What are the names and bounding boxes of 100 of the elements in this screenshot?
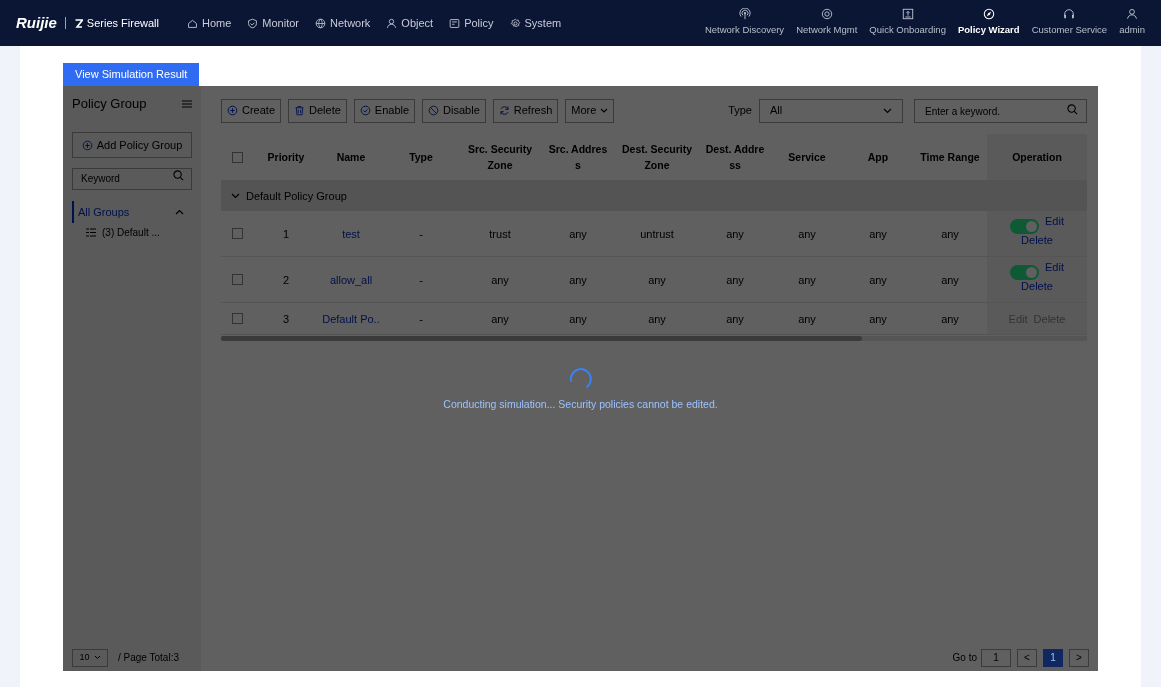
collapse-icon — [175, 208, 184, 215]
table-cell-text: any — [868, 226, 888, 242]
table-cell-text: any — [797, 226, 817, 242]
menu-icon[interactable] — [182, 99, 192, 108]
table-cell-text: any — [647, 311, 667, 327]
nav-menu-item[interactable]: Policy — [449, 14, 494, 32]
collapse-icon[interactable] — [231, 192, 240, 199]
type-dropdown[interactable]: All — [759, 98, 903, 123]
page-number-button[interactable]: 1 — [1043, 648, 1063, 667]
next-page-button[interactable]: > — [1069, 648, 1089, 667]
table-cell-text: - — [418, 311, 424, 327]
header-tool-link[interactable]: Policy Wizard — [957, 8, 1020, 38]
column-header: Src. Security Zone — [466, 142, 534, 174]
column-header: Type — [408, 150, 434, 166]
header-tool-link[interactable]: Quick Onboarding — [869, 8, 946, 38]
table-cell-text: any — [940, 272, 960, 288]
list-icon — [86, 228, 96, 238]
table-cell-text: any — [490, 311, 510, 327]
trash-icon — [294, 105, 306, 116]
table-cell-text: - — [418, 272, 424, 288]
nav-menu-item[interactable]: System — [509, 14, 562, 32]
table-cell-text: any — [868, 272, 888, 288]
checkbox[interactable] — [231, 151, 243, 163]
scrollbar[interactable] — [221, 336, 862, 342]
table-cell-text: 3 — [281, 311, 291, 327]
checkbox[interactable] — [231, 313, 243, 325]
nav-menu-item[interactable]: Object — [386, 14, 434, 32]
headset-icon — [1063, 8, 1076, 21]
simulation-status-message: Conducting simulation... Security policies cannot be edited. — [443, 396, 718, 412]
toggle-switch[interactable] — [1010, 219, 1039, 234]
table-cell-text: any — [940, 226, 960, 242]
checkbox[interactable] — [231, 228, 243, 240]
toolbar-button[interactable]: Delete — [288, 98, 347, 123]
more-dropdown[interactable]: More — [565, 98, 615, 123]
policy-name-link[interactable]: allow_all — [319, 271, 383, 288]
header-tool-link[interactable]: Network Discovery — [704, 8, 785, 38]
table-cell-text: - — [418, 226, 424, 242]
toolbar-button[interactable]: Create — [221, 98, 282, 123]
toolbar-button[interactable]: Enable — [353, 98, 416, 123]
caret-icon — [600, 108, 609, 113]
document-icon — [449, 17, 461, 29]
table-cell-text: any — [490, 272, 510, 288]
target-icon — [820, 8, 833, 21]
nav-menu-item[interactable]: Network — [315, 14, 371, 32]
toggle-switch[interactable] — [1010, 265, 1039, 280]
table-cell-text: untrust — [639, 226, 675, 242]
nav-menu-item[interactable]: Monitor — [247, 14, 299, 32]
view-simulation-result-button[interactable]: View Simulation Result — [63, 62, 200, 86]
keyword-search-field[interactable]: Enter a keyword. — [914, 99, 1087, 124]
table-cell-text: any — [940, 311, 960, 327]
go-to-label: Go to — [952, 651, 977, 666]
ban-icon — [428, 105, 440, 116]
all-groups-item[interactable]: All Groups — [72, 200, 192, 223]
go-to-page-field[interactable]: 1 — [981, 648, 1011, 667]
toolbar-button[interactable]: Refresh — [492, 98, 559, 123]
table-cell-text: any — [868, 311, 888, 327]
signal-icon — [738, 8, 751, 21]
checkbox[interactable] — [231, 274, 243, 286]
keyword-field[interactable]: Keyword — [72, 167, 192, 190]
check-circle-icon — [359, 105, 371, 116]
settings-icon — [509, 17, 521, 29]
caret-icon — [93, 655, 101, 661]
group-row-title: Default Policy Group — [246, 188, 347, 204]
column-header: Dest. Address — [704, 142, 766, 174]
table-cell-text: any — [725, 226, 745, 242]
nav-menu-item[interactable]: Home — [187, 14, 232, 32]
page-size-dropdown[interactable]: 10 — [72, 648, 108, 667]
delete-link[interactable]: Delete — [1021, 278, 1053, 295]
table-cell-text: any — [568, 272, 588, 288]
toolbar-button[interactable]: Disable — [422, 98, 486, 123]
product-name: Series Firewall — [86, 15, 159, 31]
home-icon — [187, 17, 198, 29]
policy-name-link[interactable]: test — [319, 225, 383, 242]
policy-group-item[interactable]: (3) Default ... — [72, 222, 192, 243]
edit-link[interactable]: Edit — [1045, 213, 1064, 230]
plus-icon — [81, 139, 93, 151]
add-policy-group-button[interactable]: Add Policy Group — [72, 132, 192, 159]
z-logo-icon — [73, 18, 83, 28]
policy-name-link[interactable]: Default Po.. — [319, 310, 383, 327]
column-header: Dest. Security Zone — [621, 142, 693, 174]
table-cell-text: any — [797, 272, 817, 288]
caret-icon — [883, 107, 892, 114]
table-cell-text: 1 — [281, 226, 291, 242]
column-header: App — [866, 150, 890, 166]
column-header: Service — [787, 150, 827, 166]
table-cell-text: any — [568, 311, 588, 327]
user-icon — [386, 17, 398, 29]
search-icon — [1067, 103, 1078, 115]
header-tool-link[interactable]: Customer Service — [1031, 8, 1108, 38]
header-tool-link[interactable]: admin — [1119, 8, 1145, 38]
header-tool-link[interactable]: Network Mgmt — [796, 8, 858, 38]
search-icon — [173, 170, 184, 182]
table-cell-text: 2 — [281, 272, 291, 288]
delete-link[interactable]: Delete — [1021, 232, 1053, 249]
table-cell-text: any — [568, 226, 588, 242]
edit-link[interactable]: Edit — [1045, 259, 1064, 276]
table-cell-text: any — [647, 272, 667, 288]
previous-page-button[interactable]: < — [1017, 648, 1037, 667]
page-total: / Page Total:3 — [118, 651, 179, 666]
column-header: Operation — [987, 134, 1087, 181]
